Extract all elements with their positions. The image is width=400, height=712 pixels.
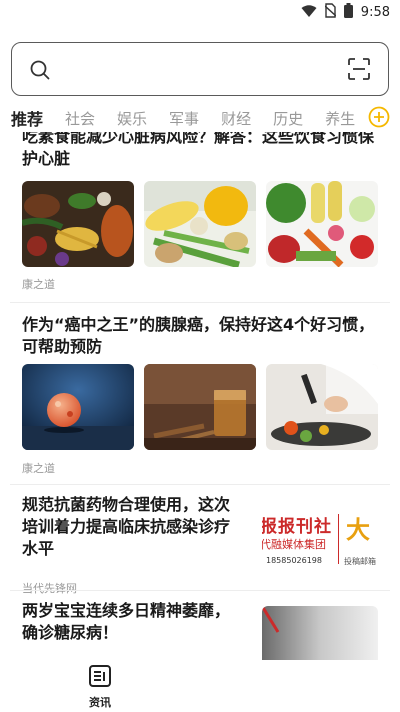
thumb-text-subtitle: 代融媒体集团 <box>262 538 326 551</box>
nav-label: 资讯 <box>89 696 111 709</box>
bottom-nav: 资讯 <box>0 660 400 712</box>
tab-history[interactable]: 历史 <box>273 108 303 129</box>
status-time: 9:58 <box>360 5 390 20</box>
category-tabs: 推荐 社会 娱乐 军事 财经 历史 养生 <box>0 104 400 132</box>
tab-recommend[interactable]: 推荐 <box>11 106 43 130</box>
thumb-text-small: 投稿邮箱 <box>344 557 376 566</box>
tab-entertainment[interactable]: 娱乐 <box>117 108 147 129</box>
status-bar: 9:58 <box>0 0 400 24</box>
wifi-icon <box>301 3 317 22</box>
news-feed[interactable]: 吃素食能减少心脏病风险？解答：这些饮食习惯保护心脏 康之道 作为“癌中之王”的胰… <box>0 132 400 660</box>
search-icon[interactable] <box>30 60 50 84</box>
article-title: 两岁宝宝连续多日精神萎靡，确诊糖尿病！ <box>22 601 231 642</box>
status-icons: 9:58 <box>301 3 390 22</box>
thumb-text-title: 报报刊社 <box>262 517 332 537</box>
divider <box>10 484 390 485</box>
news-icon <box>88 665 112 692</box>
tab-military[interactable]: 军事 <box>169 108 199 129</box>
vegetables-table-image <box>22 181 134 267</box>
article-title: 吃素食能减少心脏病风险？解答：这些饮食习惯保护心脏 <box>22 132 375 168</box>
cell-image <box>22 364 134 450</box>
article-thumbnail <box>262 606 378 660</box>
list-item[interactable]: 两岁宝宝连续多日精神萎靡，确诊糖尿病！ <box>0 600 400 660</box>
battery-icon <box>343 3 353 22</box>
divider <box>10 590 390 591</box>
scan-icon[interactable] <box>348 58 370 84</box>
newspaper-thumbnail: 报报刊社 代融媒体集团 18585026198 大 投稿邮箱 <box>262 496 378 582</box>
cooking-image <box>266 364 378 450</box>
tab-society[interactable]: 社会 <box>65 108 95 129</box>
list-item[interactable]: 规范抗菌药物合理使用，这次培训着力提高临床抗感染诊疗水平 报报刊社 代融媒体集团… <box>0 494 400 598</box>
article-source: 当代先锋网 <box>22 582 77 595</box>
list-item[interactable]: 作为“癌中之王”的胰腺癌，保持好这4个好习惯，可帮助预防 康之道 <box>0 314 400 475</box>
article-source: 康之道 <box>22 462 55 475</box>
no-sim-icon <box>324 3 337 22</box>
list-item[interactable]: 吃素食能减少心脏病风险？解答：这些饮食习惯保护心脏 康之道 <box>0 132 400 294</box>
divider <box>10 302 390 303</box>
tea-image <box>144 364 256 450</box>
thumb-text-big: 大 <box>346 516 370 544</box>
article-title: 规范抗菌药物合理使用，这次培训着力提高临床抗感染诊疗水平 <box>22 495 231 558</box>
article-title: 作为“癌中之王”的胰腺癌，保持好这4个好习惯，可帮助预防 <box>22 315 375 356</box>
plus-circle-icon[interactable] <box>368 106 390 132</box>
nav-item-news[interactable]: 资讯 <box>78 664 122 710</box>
article-source: 康之道 <box>22 278 55 291</box>
vegetables-corn-image <box>144 181 256 267</box>
thumb-text-phone: 18585026198 <box>266 556 322 565</box>
vegetables-crate-image <box>266 181 378 267</box>
tab-finance[interactable]: 财经 <box>221 108 251 129</box>
tab-health[interactable]: 养生 <box>325 108 355 129</box>
search-input[interactable] <box>11 42 389 96</box>
